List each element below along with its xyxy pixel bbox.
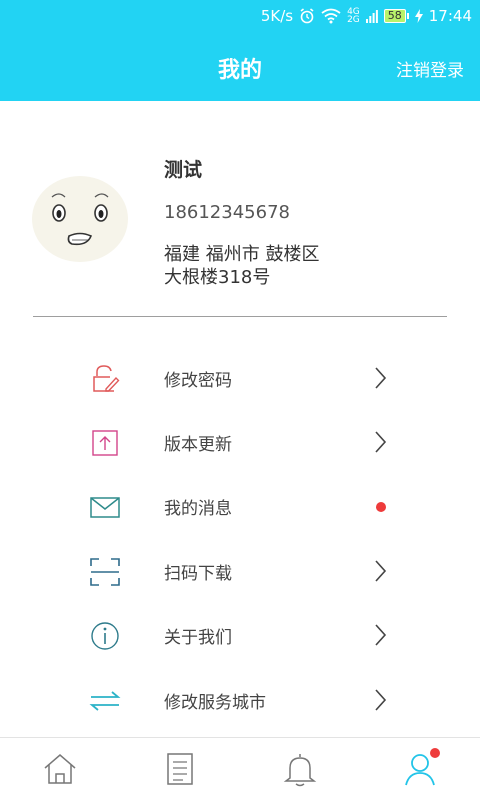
avatar-face-icon: [51, 193, 109, 246]
nav-home[interactable]: [0, 738, 120, 801]
bell-icon: [283, 754, 317, 787]
battery-indicator: 58: [383, 9, 409, 23]
menu-item-change-password[interactable]: 修改密码: [0, 350, 480, 406]
charging-icon: [414, 9, 423, 23]
list-icon: [167, 753, 193, 785]
menu-label: 扫码下载: [164, 564, 232, 584]
alarm-icon: [300, 8, 314, 24]
chevron-right-icon: [375, 624, 387, 646]
unread-badge: [376, 502, 386, 512]
user-name: 测试: [164, 159, 203, 181]
chevron-right-icon: [375, 367, 387, 389]
battery-level: 58: [383, 9, 406, 23]
info-icon: [91, 622, 119, 650]
divider: [33, 316, 447, 317]
logout-button[interactable]: 注销登录: [396, 56, 464, 81]
menu-item-my-messages[interactable]: 我的消息: [0, 478, 480, 534]
upload-icon: [92, 430, 118, 456]
nav-list[interactable]: [120, 738, 240, 801]
menu-label: 修改服务城市: [164, 693, 266, 713]
lock-edit-icon: [93, 365, 120, 392]
nav-notifications[interactable]: [240, 738, 360, 801]
menu-item-version-update[interactable]: 版本更新: [0, 414, 480, 470]
status-bar: 5K/s 4G 2G 58 17:44: [261, 5, 472, 27]
swap-arrows-icon: [89, 691, 121, 711]
chevron-right-icon: [375, 431, 387, 453]
user-address: 福建 福州市 鼓楼区 大根楼318号: [164, 243, 424, 289]
avatar[interactable]: [32, 176, 128, 262]
app-header: 5K/s 4G 2G 58 17:44 我的 注销登录: [0, 0, 480, 101]
address-line-2: 大根楼318号: [164, 267, 271, 288]
menu-item-change-service-city[interactable]: 修改服务城市: [0, 672, 480, 728]
chevron-right-icon: [375, 689, 387, 711]
nav-profile[interactable]: [360, 738, 480, 801]
wifi-icon: [321, 8, 341, 24]
menu-item-about-us[interactable]: 关于我们: [0, 607, 480, 663]
clock: 17:44: [428, 7, 472, 25]
home-icon: [44, 754, 76, 784]
cellular-signal: 4G 2G: [347, 7, 360, 25]
menu-label: 版本更新: [164, 435, 232, 455]
signal-bars-icon: [365, 10, 378, 23]
scan-icon: [90, 558, 120, 586]
network-speed: 5K/s: [260, 7, 294, 25]
menu-item-scan-download[interactable]: 扫码下载: [0, 543, 480, 599]
user-phone: 18612345678: [164, 202, 290, 223]
menu-label: 修改密码: [164, 371, 232, 391]
mail-icon: [90, 497, 120, 518]
battery-nub: [406, 13, 409, 19]
address-line-1: 福建 福州市 鼓楼区: [164, 244, 320, 265]
menu-label: 我的消息: [164, 499, 232, 519]
profile-badge: [430, 748, 440, 758]
menu-label: 关于我们: [164, 628, 232, 648]
chevron-right-icon: [375, 560, 387, 582]
bottom-nav: [0, 737, 480, 801]
